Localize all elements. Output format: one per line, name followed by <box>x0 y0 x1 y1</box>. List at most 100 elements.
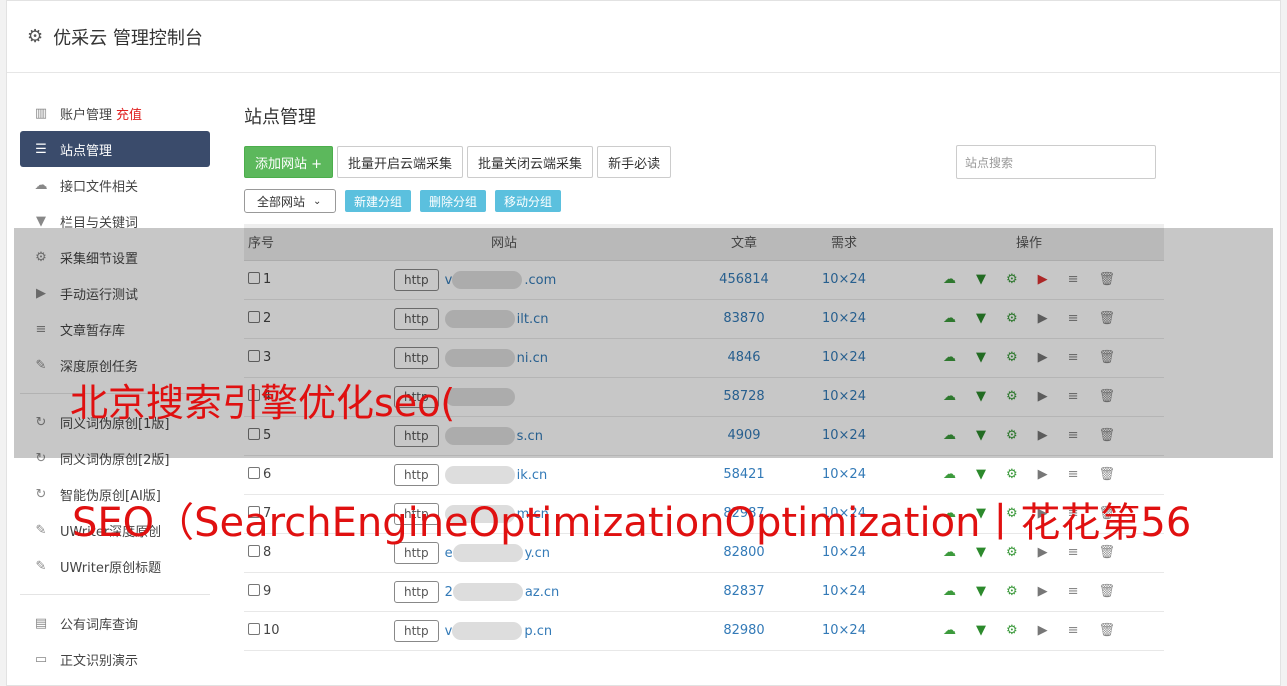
gears-icon[interactable]: ⚙ <box>1006 350 1018 365</box>
filter-icon[interactable]: ▼ <box>976 311 986 326</box>
sidebar-item-account[interactable]: ▥ 账户管理 充值 <box>20 95 210 131</box>
articles-count[interactable]: 82980 <box>694 611 794 651</box>
add-site-button[interactable]: 添加网站 + <box>244 146 334 178</box>
trash-icon[interactable]: 🗑 <box>1099 467 1116 482</box>
filter-icon[interactable]: ▼ <box>976 350 986 365</box>
play-icon[interactable]: ▶ <box>1038 467 1048 482</box>
articles-count[interactable]: 456814 <box>694 260 794 300</box>
gears-icon[interactable]: ⚙ <box>1006 389 1018 404</box>
row-checkbox[interactable] <box>248 272 260 284</box>
trash-icon[interactable]: 🗑 <box>1099 428 1116 443</box>
cloud-upload-icon[interactable]: ☁ <box>943 584 956 599</box>
demand-value[interactable]: 10×24 <box>794 455 894 495</box>
site-suffix[interactable]: ni.cn <box>517 351 548 366</box>
database-icon[interactable]: ≡ <box>1068 584 1079 599</box>
cloud-upload-icon[interactable]: ☁ <box>943 467 956 482</box>
database-icon[interactable]: ≡ <box>1068 350 1079 365</box>
site-suffix[interactable]: ilt.cn <box>517 312 549 327</box>
sidebar-item-uwriter-title[interactable]: ✎ UWriter原创标题 <box>20 548 210 584</box>
row-checkbox[interactable] <box>248 467 260 479</box>
demand-value[interactable]: 10×24 <box>794 338 894 378</box>
gears-icon[interactable]: ⚙ <box>1006 467 1018 482</box>
cloud-upload-icon[interactable]: ☁ <box>943 272 956 287</box>
gears-icon[interactable]: ⚙ <box>1006 311 1018 326</box>
filter-icon[interactable]: ▼ <box>976 623 986 638</box>
new-group-button[interactable]: 新建分组 <box>345 190 412 212</box>
site-suffix[interactable]: p.cn <box>524 624 552 639</box>
row-checkbox[interactable] <box>248 584 260 596</box>
database-icon[interactable]: ≡ <box>1068 623 1079 638</box>
http-badge[interactable]: http <box>394 463 439 486</box>
demand-value[interactable]: 10×24 <box>794 299 894 339</box>
trash-icon[interactable]: 🗑 <box>1099 272 1116 287</box>
database-icon[interactable]: ≡ <box>1068 467 1079 482</box>
articles-count[interactable]: 58421 <box>694 455 794 495</box>
filter-icon[interactable]: ▼ <box>976 389 986 404</box>
cloud-upload-icon[interactable]: ☁ <box>943 311 956 326</box>
http-badge[interactable]: http <box>394 424 439 447</box>
gears-icon[interactable]: ⚙ <box>1006 623 1018 638</box>
site-prefix[interactable]: v <box>445 273 453 288</box>
row-checkbox[interactable] <box>248 311 260 323</box>
row-checkbox[interactable] <box>248 428 260 440</box>
articles-count[interactable]: 4846 <box>694 338 794 378</box>
trash-icon[interactable]: 🗑 <box>1099 389 1116 404</box>
http-badge[interactable]: http <box>394 346 439 369</box>
http-badge[interactable]: http <box>394 580 439 603</box>
cloud-upload-icon[interactable]: ☁ <box>943 389 956 404</box>
trash-icon[interactable]: 🗑 <box>1099 311 1116 326</box>
site-suffix[interactable]: az.cn <box>525 585 559 600</box>
recharge-link[interactable]: 充值 <box>116 104 142 123</box>
row-checkbox[interactable] <box>248 623 260 635</box>
site-suffix[interactable]: .com <box>524 273 556 288</box>
sidebar-item-interface[interactable]: ☁ 接口文件相关 <box>20 167 210 203</box>
site-search-input[interactable]: 站点搜索 <box>956 145 1156 179</box>
filter-icon[interactable]: ▼ <box>976 272 986 287</box>
sidebar-item-synonym-v2[interactable]: ↻ 同义词伪原创[2版] <box>20 440 210 476</box>
play-icon[interactable]: ▶ <box>1038 350 1048 365</box>
filter-icon[interactable]: ▼ <box>976 428 986 443</box>
articles-count[interactable]: 4909 <box>694 416 794 456</box>
http-badge[interactable]: http <box>394 307 439 330</box>
demand-value[interactable]: 10×24 <box>794 416 894 456</box>
group-select[interactable]: 全部网站 ⌄ <box>244 189 336 213</box>
batch-close-cloud-button[interactable]: 批量关闭云端采集 <box>467 146 594 178</box>
sidebar-item-keywords[interactable]: ▼ 栏目与关键词 <box>20 203 210 239</box>
articles-count[interactable]: 82837 <box>694 572 794 612</box>
delete-group-button[interactable]: 删除分组 <box>420 190 487 212</box>
articles-count[interactable]: 58728 <box>694 377 794 417</box>
site-prefix[interactable]: 2 <box>445 585 453 600</box>
sidebar-item-collect-settings[interactable]: ⚙ 采集细节设置 <box>20 239 210 275</box>
database-icon[interactable]: ≡ <box>1068 428 1079 443</box>
site-suffix[interactable]: ik.cn <box>517 468 548 483</box>
trash-icon[interactable]: 🗑 <box>1099 584 1116 599</box>
sidebar-item-manual-run[interactable]: ▶ 手动运行测试 <box>20 275 210 311</box>
demand-value[interactable]: 10×24 <box>794 611 894 651</box>
gears-icon[interactable]: ⚙ <box>1006 584 1018 599</box>
cloud-upload-icon[interactable]: ☁ <box>943 623 956 638</box>
http-badge[interactable]: http <box>394 268 439 291</box>
site-prefix[interactable]: v <box>445 624 453 639</box>
play-icon[interactable]: ▶ <box>1038 428 1048 443</box>
database-icon[interactable]: ≡ <box>1068 389 1079 404</box>
site-suffix[interactable]: s.cn <box>517 429 543 444</box>
demand-value[interactable]: 10×24 <box>794 572 894 612</box>
play-icon[interactable]: ▶ <box>1038 584 1048 599</box>
database-icon[interactable]: ≡ <box>1068 272 1079 287</box>
batch-open-cloud-button[interactable]: 批量开启云端采集 <box>337 146 464 178</box>
articles-count[interactable]: 83870 <box>694 299 794 339</box>
gears-icon[interactable]: ⚙ <box>1006 428 1018 443</box>
row-checkbox[interactable] <box>248 350 260 362</box>
newbie-guide-button[interactable]: 新手必读 <box>597 146 672 178</box>
cloud-upload-icon[interactable]: ☁ <box>943 350 956 365</box>
trash-icon[interactable]: 🗑 <box>1099 623 1116 638</box>
filter-icon[interactable]: ▼ <box>976 584 986 599</box>
http-badge[interactable]: http <box>394 619 439 642</box>
gears-icon[interactable]: ⚙ <box>1006 272 1018 287</box>
sidebar-item-public-lexicon[interactable]: ▤ 公有词库查询 <box>20 605 210 641</box>
play-icon[interactable]: ▶ <box>1038 389 1048 404</box>
sidebar-item-article-store[interactable]: ≡ 文章暂存库 <box>20 311 210 347</box>
database-icon[interactable]: ≡ <box>1068 311 1079 326</box>
sidebar-item-sites[interactable]: ☰ 站点管理 <box>20 131 210 167</box>
sidebar-item-text-recognition[interactable]: ▭ 正文识别演示 <box>20 641 210 677</box>
